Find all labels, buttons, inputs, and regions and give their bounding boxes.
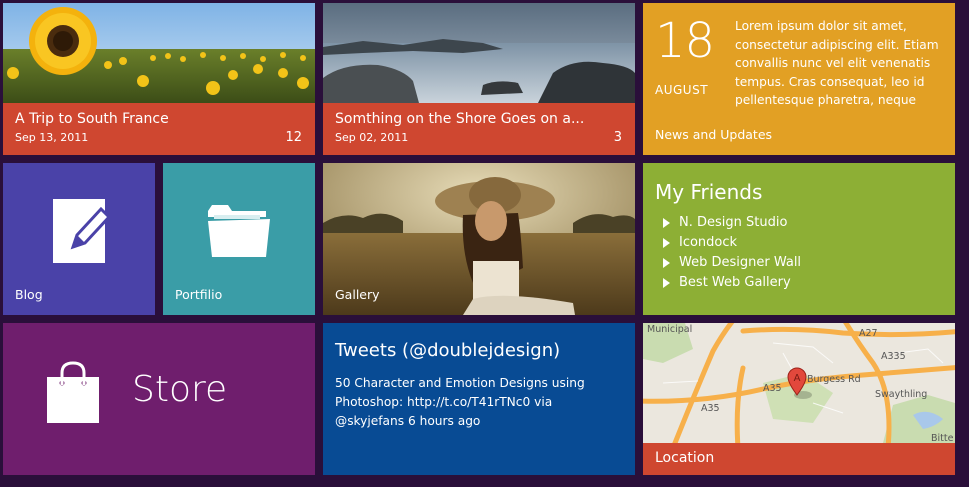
location-tile[interactable]: Municipal A27 A335 A35 A35 Burgess Rd Sw… [643,323,955,475]
post-title[interactable]: Somthing on the Shore Goes on a... [335,111,584,127]
map-label-a35-lower: A35 [701,403,720,414]
post-tile-shore[interactable]: Somthing on the Shore Goes on a... Sep 0… [323,3,635,155]
friend-label: Best Web Gallery [679,275,791,290]
post-tile-south-france[interactable]: A Trip to South France Sep 13, 2011 12 [3,3,315,155]
blog-tile[interactable]: Blog [3,163,155,315]
post-date: Sep 13, 2011 [15,131,89,144]
friend-link[interactable]: Web Designer Wall [663,253,801,273]
triangle-right-icon [663,258,670,268]
news-excerpt: Lorem ipsum dolor sit amet, consectetur … [735,19,939,108]
tweets-tile[interactable]: Tweets (@doublejdesign) 50 Character and… [323,323,635,475]
gallery-label: Gallery [335,287,380,302]
friend-label: Icondock [679,235,738,250]
news-month: AUGUST [655,83,709,97]
tweets-title: Tweets (@doublejdesign) [335,340,561,361]
sunflower-photo [3,3,315,103]
triangle-right-icon [663,238,670,248]
shore-photo [323,3,635,103]
friend-label: Web Designer Wall [679,255,802,270]
map-label-burgess-rd: Burgess Rd [807,374,861,385]
shopping-bag-icon [47,361,99,423]
map-label-a335: A335 [881,351,906,362]
folder-icon [208,205,270,257]
friends-list: N. Design Studio Icondock Web Designer W… [663,213,801,293]
map-label-a27: A27 [859,328,878,339]
friends-title: My Friends [655,180,763,204]
friend-link[interactable]: N. Design Studio [663,213,801,233]
blog-label: Blog [15,287,43,302]
gallery-tile[interactable]: Gallery [323,163,635,315]
portfolio-tile[interactable]: Portfilio [163,163,315,315]
post-title[interactable]: A Trip to South France [15,111,169,127]
location-label: Location [655,450,715,466]
tweet-text: 50 Character and Emotion Designs using P… [335,376,585,428]
map-pin-letter: A [794,373,801,384]
pencil-note-icon [53,199,112,263]
map-label-municipal: Municipal [647,324,692,335]
news-label: News and Updates [655,127,773,142]
store-label: Store [132,369,228,410]
portfolio-label: Portfilio [175,287,223,302]
news-tile[interactable]: 18 AUGUST Lorem ipsum dolor sit amet, co… [643,3,955,155]
friend-label: N. Design Studio [679,215,788,230]
friends-tile[interactable]: My Friends N. Design Studio Icondock Web… [643,163,955,315]
news-day: 18 [655,13,715,69]
triangle-right-icon [663,218,670,228]
comment-count: 3 [613,130,622,145]
map-label-bitterne: Bitte [931,433,954,443]
comment-count: 12 [285,130,302,145]
location-map[interactable]: Municipal A27 A335 A35 A35 Burgess Rd Sw… [643,323,955,443]
triangle-right-icon [663,278,670,288]
store-tile[interactable]: Store [3,323,315,475]
map-label-swaythling: Swaythling [875,389,927,400]
friend-link[interactable]: Best Web Gallery [663,273,801,293]
friend-link[interactable]: Icondock [663,233,801,253]
post-date: Sep 02, 2011 [335,131,409,144]
map-label-a35-upper: A35 [763,383,782,394]
